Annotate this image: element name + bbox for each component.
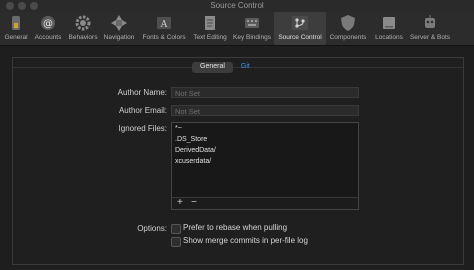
tab-git[interactable]: Git (233, 62, 258, 73)
toolbar-item-label: Server & Bots (409, 34, 451, 41)
toolbar-item-label: Navigation (103, 34, 135, 41)
toolbar-item-server-bots[interactable]: Server & Bots (408, 12, 452, 45)
toolbar-item-label: Components (329, 34, 367, 41)
window-title: Source Control (210, 1, 264, 10)
toolbar-item-text-editing[interactable]: Text Editing (190, 12, 230, 45)
add-button[interactable]: + (177, 197, 183, 208)
toolbar-item-label: Text Editing (193, 34, 227, 41)
svg-text:A: A (160, 20, 168, 30)
keyboard-icon (245, 18, 259, 28)
toolbar-item-behaviors[interactable]: Behaviors (66, 12, 100, 45)
toolbar-item-label: Behaviors (68, 34, 98, 41)
title-bar: Source Control (0, 0, 474, 12)
list-item[interactable]: xcuserdata/ (172, 156, 358, 167)
source-control-panel: General Git Author Name: Not Set Author … (12, 57, 464, 265)
merge-commits-checkbox-label[interactable]: Show merge commits in per-file log (183, 236, 308, 245)
author-email-field[interactable]: Not Set (171, 105, 359, 116)
author-name-field[interactable]: Not Set (171, 87, 359, 98)
toolbar-item-label: General (4, 34, 28, 41)
preferences-toolbar: General @ Accounts Behaviors Navigation … (0, 12, 474, 46)
rebase-checkbox[interactable] (171, 224, 181, 234)
options-label: Options: (137, 224, 167, 233)
toolbar-item-label: Fonts & Colors (142, 34, 186, 41)
merge-commits-checkbox[interactable] (171, 237, 181, 247)
toolbar-item-label: Key Bindings (233, 34, 271, 41)
toolbar-item-general[interactable]: General (2, 12, 30, 45)
list-footer: + − (172, 197, 358, 209)
author-name-label: Author Name: (117, 88, 167, 97)
document-icon (205, 16, 215, 30)
toolbar-item-fonts-colors[interactable]: A Fonts & Colors (139, 12, 189, 45)
switch-icon (12, 16, 20, 30)
compass-arrows-icon (111, 15, 127, 31)
ignored-files-label: Ignored Files: (118, 124, 167, 133)
toolbar-item-key-bindings[interactable]: Key Bindings (231, 12, 273, 45)
gear-icon (75, 15, 91, 31)
list-item[interactable]: *~ (172, 123, 358, 134)
toolbar-item-components[interactable]: Components (327, 12, 369, 45)
ignored-files-list[interactable]: *~ .DS_Store DerivedData/ xcuserdata/ + … (171, 122, 359, 210)
remove-button[interactable]: − (191, 197, 197, 208)
toolbar-item-navigation[interactable]: Navigation (101, 12, 137, 45)
svg-text:@: @ (43, 19, 53, 30)
at-sign-icon: @ (41, 16, 55, 30)
toolbar-item-label: Locations (375, 34, 403, 41)
list-item[interactable]: DerivedData/ (172, 145, 358, 156)
rebase-checkbox-label[interactable]: Prefer to rebase when pulling (183, 223, 287, 232)
toolbar-item-label: Accounts (34, 34, 62, 41)
robot-icon (425, 15, 435, 28)
shield-icon (341, 15, 355, 31)
hard-drive-icon (383, 17, 395, 29)
toolbar-item-label: Source Control (278, 34, 322, 41)
font-swatch-icon: A (157, 17, 171, 30)
toolbar-item-accounts[interactable]: @ Accounts (32, 12, 64, 45)
tab-switcher: General Git (192, 62, 258, 73)
author-email-label: Author Email: (118, 106, 167, 115)
toolbar-item-locations[interactable]: Locations (371, 12, 407, 45)
list-item[interactable]: .DS_Store (172, 134, 358, 145)
toolbar-item-source-control[interactable]: Source Control (274, 12, 326, 45)
tab-general[interactable]: General (192, 62, 233, 73)
source-control-icon (292, 16, 308, 30)
